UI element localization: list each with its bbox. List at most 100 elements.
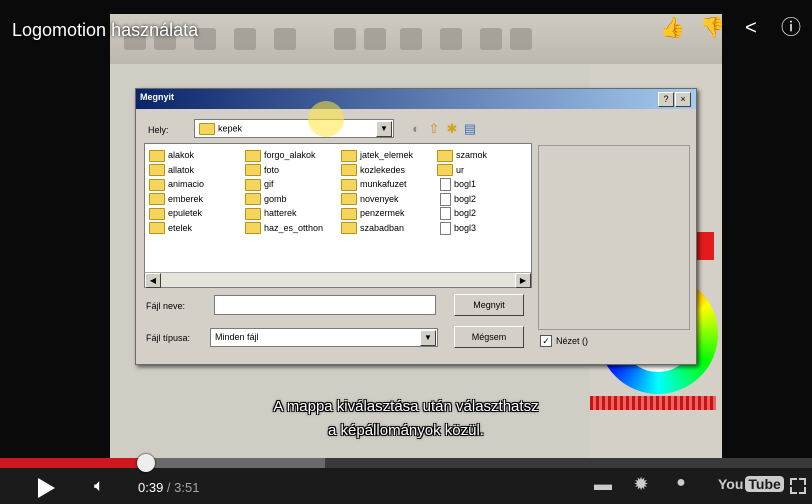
file-list-item[interactable]: bogl2 xyxy=(437,192,487,207)
youtube-logo-tube: Tube xyxy=(745,476,784,492)
file-list[interactable]: alakok allatok animacio emberek epuletek etel… xyxy=(144,143,532,288)
file-list-item-label: gif xyxy=(264,179,274,189)
file-list-item-label: gomb xyxy=(264,193,287,204)
file-list-item[interactable]: gomb xyxy=(245,192,323,207)
folder-icon xyxy=(149,149,165,162)
file-list-item-label: novenyek xyxy=(360,193,399,204)
new-folder-icon[interactable]: ✱ xyxy=(444,121,460,137)
file-list-item[interactable]: kozlekedes xyxy=(341,163,413,178)
file-list-item[interactable]: munkafuzet xyxy=(341,177,413,192)
file-list-item-label: etelek xyxy=(168,222,193,233)
toolbar-button xyxy=(274,28,296,50)
file-list-item[interactable]: ur xyxy=(437,163,487,178)
play-icon[interactable] xyxy=(38,478,55,498)
file-list-item-label: bogl3 xyxy=(454,222,477,233)
file-list-item-label: bogl1 xyxy=(454,179,477,189)
scroll-right-icon[interactable]: ▶ xyxy=(515,273,531,288)
file-list-item[interactable]: bogl2 xyxy=(437,206,487,221)
toolbar-button xyxy=(480,28,502,50)
video-title[interactable]: Logomotion használata xyxy=(12,20,198,41)
filetype-combo[interactable]: Minden fájl ▼ xyxy=(210,328,438,347)
info-icon[interactable]: ● xyxy=(670,474,692,492)
file-list-item-label: kozlekedes xyxy=(360,164,406,175)
video-frame[interactable]: Megnyit ? × Hely: kepek ▼ ◐ ⇧ ✱ ▤ alakok… xyxy=(0,0,812,458)
youtube-logo[interactable]: You Tube xyxy=(718,476,784,492)
thumbs-up-icon[interactable]: 👍 xyxy=(660,16,685,40)
file-list-item[interactable]: szabadban xyxy=(341,221,413,236)
dialog-help-button[interactable]: ? xyxy=(658,92,674,107)
captions-icon[interactable]: ▬ xyxy=(592,474,614,495)
cancel-button[interactable]: Mégsem xyxy=(454,326,524,348)
file-list-column: forgo_alakok foto gif gomb hatterek haz_es_ot… xyxy=(245,148,323,235)
folder-icon xyxy=(149,207,165,220)
look-in-combo[interactable]: kepek ▼ xyxy=(194,119,394,138)
fullscreen-icon[interactable] xyxy=(790,478,806,494)
chevron-down-icon[interactable]: ▼ xyxy=(420,330,436,346)
volume-icon[interactable]: 🔈︎ xyxy=(94,476,104,496)
chevron-down-icon[interactable]: ▼ xyxy=(376,121,392,137)
file-list-item[interactable]: bogl3 xyxy=(437,221,487,236)
gear-icon[interactable]: ✹ xyxy=(630,474,652,495)
file-list-item-label: hatterek xyxy=(264,208,297,218)
folder-icon xyxy=(149,222,165,235)
file-list-item[interactable]: alakok xyxy=(149,148,204,163)
preview-checkbox[interactable]: ✓ xyxy=(540,335,552,347)
toolbar-button xyxy=(234,28,256,50)
info-icon[interactable]: ⓘ xyxy=(780,16,802,40)
file-list-column: alakok allatok animacio emberek epuletek etel… xyxy=(149,148,204,235)
filename-input[interactable] xyxy=(214,295,436,315)
view-menu-icon[interactable]: ▤ xyxy=(462,121,478,137)
toolbar-button xyxy=(364,28,386,50)
folder-icon xyxy=(341,149,357,162)
file-list-item[interactable]: novenyek xyxy=(341,192,413,207)
file-list-item[interactable]: gif xyxy=(245,177,323,192)
dialog-close-button[interactable]: × xyxy=(675,92,691,107)
caption-line: a képállományok közül. xyxy=(328,422,484,439)
file-list-item[interactable]: foto xyxy=(245,163,323,178)
folder-icon xyxy=(149,193,165,206)
back-icon[interactable]: ◐ xyxy=(408,121,424,137)
toolbar-button xyxy=(440,28,462,50)
file-list-item-label: haz_es_otthon xyxy=(264,222,324,233)
time-display: 0:39 / 3:51 xyxy=(138,480,199,495)
file-list-item[interactable]: emberek xyxy=(149,192,204,207)
preview-checkbox-label: Nézet () xyxy=(556,336,589,346)
file-list-item-label: munkafuzet xyxy=(360,179,407,189)
current-time: 0:39 xyxy=(138,480,164,495)
folder-icon xyxy=(341,164,357,177)
folder-icon xyxy=(437,149,453,162)
file-list-item[interactable]: szamok xyxy=(437,148,487,163)
file-list-column: jatek_elemek kozlekedes munkafuzet novenyek… xyxy=(341,148,413,235)
file-list-item[interactable]: animacio xyxy=(149,177,204,192)
folder-icon xyxy=(149,164,165,177)
file-list-item[interactable]: bogl1 xyxy=(437,177,487,192)
open-button[interactable]: Megnyit xyxy=(454,294,524,316)
up-folder-icon[interactable]: ⇧ xyxy=(426,121,442,137)
file-list-item-label: bogl2 xyxy=(454,193,477,204)
file-list-item[interactable]: haz_es_otthon xyxy=(245,221,323,236)
progress-bar[interactable] xyxy=(0,458,812,468)
thumbs-down-icon[interactable]: 👎 xyxy=(700,16,725,40)
file-list-item[interactable]: allatok xyxy=(149,163,204,178)
file-list-item-label: animacio xyxy=(168,179,205,189)
youtube-logo-you: You xyxy=(718,476,744,492)
file-list-item[interactable]: forgo_alakok xyxy=(245,148,323,163)
file-list-item[interactable]: epuletek xyxy=(149,206,204,221)
file-list-item[interactable]: hatterek xyxy=(245,206,323,221)
video-player[interactable]: Megnyit ? × Hely: kepek ▼ ◐ ⇧ ✱ ▤ alakok… xyxy=(0,0,812,504)
scroll-left-icon[interactable]: ◀ xyxy=(145,273,161,288)
folder-icon xyxy=(245,149,261,162)
file-list-item-label: ur xyxy=(456,164,465,175)
file-list-item[interactable]: penzermek xyxy=(341,206,413,221)
horizontal-scrollbar[interactable]: ◀ ▶ xyxy=(145,272,531,288)
file-list-item[interactable]: jatek_elemek xyxy=(341,148,413,163)
file-list-item-label: penzermek xyxy=(360,208,405,218)
preview-pane xyxy=(538,145,690,330)
duration: 3:51 xyxy=(174,480,200,495)
file-list-item-label: szamok xyxy=(456,150,488,160)
folder-icon xyxy=(245,222,261,235)
file-icon xyxy=(440,178,451,192)
file-list-item[interactable]: etelek xyxy=(149,221,204,236)
folder-icon xyxy=(149,178,165,191)
share-icon[interactable]: < xyxy=(740,16,762,40)
